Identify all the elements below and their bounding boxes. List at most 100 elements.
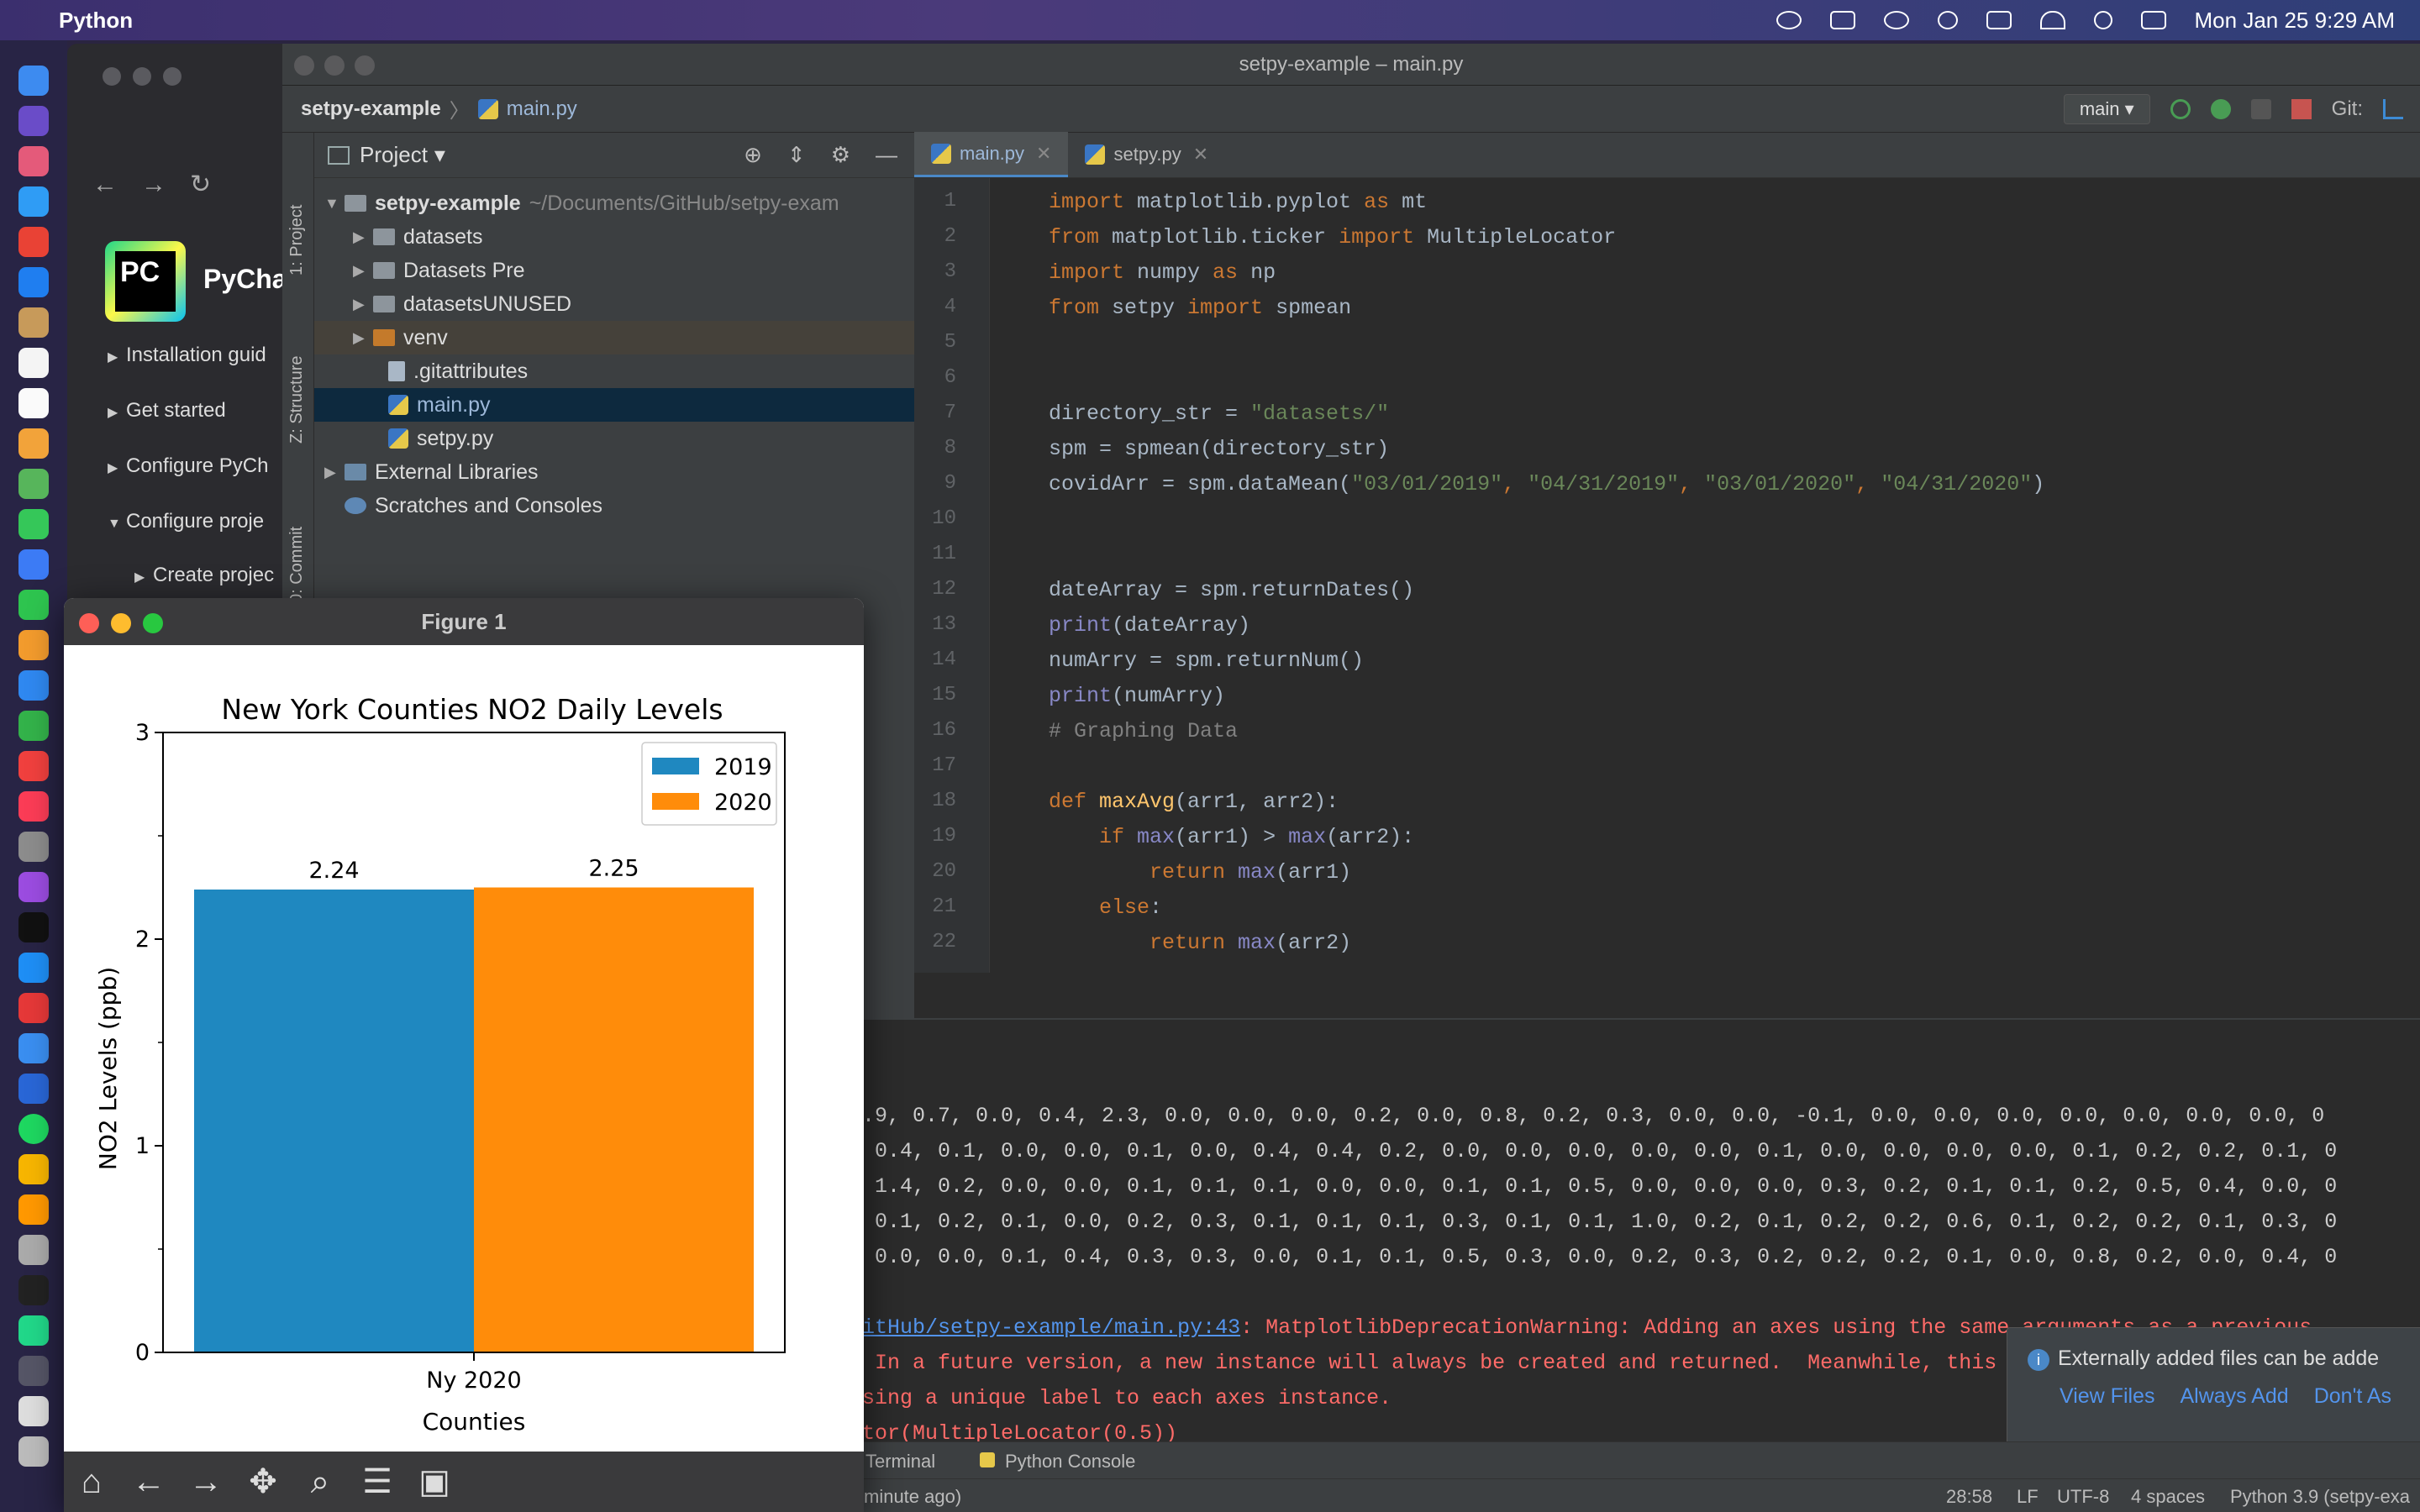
creative-cloud-icon[interactable] [1776,11,1802,29]
dont-ask-link[interactable]: Don't As [2314,1384,2391,1409]
save-icon[interactable]: ▣ [415,1462,454,1501]
clock[interactable]: Mon Jan 25 9:29 AM [2195,8,2395,34]
music-icon[interactable] [18,791,49,822]
zoom-dot-icon[interactable] [355,55,375,76]
contacts-icon[interactable] [18,307,49,338]
git-update-icon[interactable] [2383,99,2403,119]
line-separator[interactable]: LF [2017,1486,2039,1508]
view-files-link[interactable]: View Files [2060,1384,2154,1409]
close-dot-icon[interactable] [294,55,314,76]
tab-project[interactable]: 1: Project [287,205,307,276]
acrobat-icon[interactable] [18,993,49,1023]
battery-app-icon[interactable] [1829,11,1855,29]
home-icon[interactable]: ⌂ [72,1463,111,1501]
xcode-icon[interactable] [18,1033,49,1063]
tree-item-datasets[interactable]: ▶ datasets [314,220,914,254]
run-config-select[interactable]: main ▾ [2063,94,2150,124]
minimize-dot-icon[interactable] [133,67,151,86]
always-add-link[interactable]: Always Add [2180,1384,2288,1409]
messages-icon[interactable] [18,509,49,539]
active-app-name[interactable]: Python [59,8,133,34]
close-dot-icon[interactable] [79,613,99,633]
collapse-icon[interactable]: ⇕ [787,142,806,168]
sublime-icon[interactable] [18,1194,49,1225]
calendar-icon[interactable] [18,348,49,378]
podcasts-icon[interactable] [18,872,49,902]
hide-icon[interactable]: — [876,142,897,168]
tab-python-console[interactable]: Python Console [1005,1451,1135,1473]
close-icon[interactable]: ✕ [1036,143,1051,165]
chevron-right-icon[interactable]: ▶ [353,228,373,246]
chevron-down-icon[interactable]: ▾ [434,142,445,168]
photos-icon[interactable] [18,428,49,459]
reminders-icon[interactable] [18,388,49,418]
finder-icon[interactable] [18,66,49,96]
doc-item[interactable]: ▶ Installation guid [108,344,266,367]
pycharm-icon[interactable] [18,1315,49,1346]
chevron-right-icon[interactable]: ▶ [353,329,373,347]
minimize-dot-icon[interactable] [324,55,345,76]
caret-position[interactable]: 28:58 [1946,1486,1992,1508]
tree-item-datasets-pre[interactable]: ▶ Datasets Pre [314,254,914,287]
project-view-select[interactable]: Project [360,142,428,168]
chevron-down-icon[interactable]: ▼ [324,195,345,213]
python-rocket-icon[interactable] [18,1356,49,1386]
tab-commit[interactable]: 0: Commit [287,527,307,603]
tree-item-gitattributes[interactable]: .gitattributes [314,354,914,388]
breadcrumb-project[interactable]: setpy-example [301,97,441,121]
zoom-dot-icon[interactable] [143,613,163,633]
sketch-icon[interactable] [18,1154,49,1184]
subplots-icon[interactable]: ☰ [358,1462,397,1501]
tab-main-py[interactable]: main.py ✕ [914,132,1069,177]
rerun-icon[interactable] [2170,99,2191,119]
file-encoding[interactable]: UTF-8 [2057,1486,2109,1508]
keynote-icon[interactable] [18,670,49,701]
stop-icon[interactable] [2291,99,2312,119]
tree-item-datasets-unused[interactable]: ▶ datasetsUNUSED [314,287,914,321]
chevron-right-icon[interactable]: ▶ [324,464,345,481]
battery-icon[interactable] [1986,11,2012,29]
mail-icon[interactable] [18,267,49,297]
maps-icon[interactable] [18,469,49,499]
chevron-right-icon[interactable]: ▶ [353,296,373,313]
tab-terminal[interactable]: Terminal [865,1451,935,1473]
downloads-icon[interactable] [18,1396,49,1426]
messenger-icon[interactable] [18,549,49,580]
gear-icon[interactable]: ⚙ [831,142,850,168]
launchpad-icon[interactable] [18,146,49,176]
zoom-icon[interactable]: ⌕ [301,1463,339,1501]
tree-item-root[interactable]: ▼ setpy-example ~/Documents/GitHub/setpy… [314,186,914,220]
locate-icon[interactable]: ⊕ [744,142,762,168]
pages-icon[interactable] [18,630,49,660]
breadcrumb-file[interactable]: main.py [507,97,577,121]
facetime-icon[interactable] [18,590,49,620]
doc-item[interactable]: ▶ Create projec [134,564,274,587]
terminal-icon[interactable] [18,1275,49,1305]
chrome-icon[interactable] [18,227,49,257]
search-icon[interactable] [2093,11,2112,29]
source-link[interactable]: itHub/setpy-example/main.py:43 [862,1315,1240,1340]
wifi-icon[interactable] [2039,11,2065,29]
doc-item[interactable]: ▼ Configure proje [108,510,264,533]
close-icon[interactable]: ✕ [1193,144,1208,165]
news-icon[interactable] [18,751,49,781]
play-icon[interactable] [1937,11,1958,29]
tree-item-scratches[interactable]: Scratches and Consoles [314,489,914,522]
tree-item-main-py[interactable]: main.py [314,388,914,422]
siri-icon[interactable] [18,106,49,136]
trash-icon[interactable] [18,1436,49,1467]
pan-icon[interactable]: ✥ [244,1462,282,1501]
settings-icon[interactable] [18,832,49,862]
vpn-icon[interactable] [18,1074,49,1104]
profile-icon[interactable] [2250,99,2271,119]
indent-setting[interactable]: 4 spaces [2131,1486,2205,1508]
back-icon[interactable]: ← [129,1463,168,1501]
chevron-right-icon[interactable]: ▶ [353,262,373,280]
app-store-icon[interactable] [18,953,49,983]
debug-icon[interactable] [2210,99,2231,119]
tree-item-external-libraries[interactable]: ▶ External Libraries [314,455,914,489]
tree-item-venv[interactable]: ▶ venv [314,321,914,354]
zoom-dot-icon[interactable] [163,67,182,86]
control-center-icon[interactable] [2140,11,2166,29]
doc-item[interactable]: ▶ Configure PyCh [108,454,268,478]
